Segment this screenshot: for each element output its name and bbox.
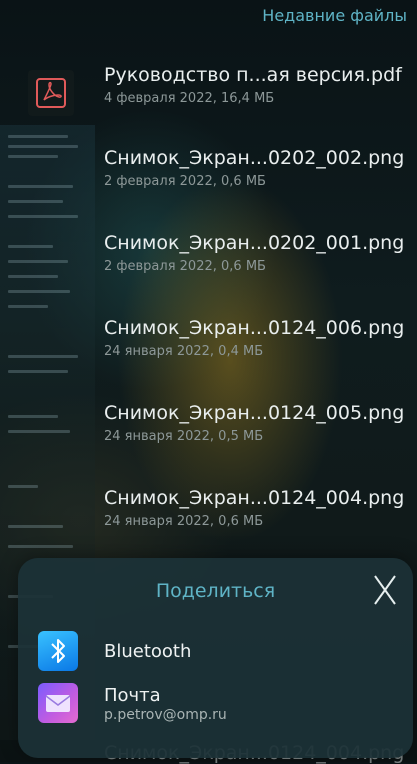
file-item[interactable]: Снимок_Экран...0202_002.png 2 февраля 20… xyxy=(104,146,409,189)
pdf-icon xyxy=(28,70,74,116)
file-meta: 24 января 2022, 0,5 МБ xyxy=(104,429,264,444)
file-name: Снимок_Экран...0202_001.png xyxy=(104,232,405,254)
file-meta: 2 февраля 2022, 0,6 МБ xyxy=(104,259,266,274)
file-name: Снимок_Экран...0124_006.png xyxy=(104,317,405,339)
file-item[interactable]: Снимок_Экран...0202_001.png 2 февраля 20… xyxy=(104,231,409,274)
share-item-label: Почта xyxy=(104,685,161,706)
file-meta: 24 января 2022, 0,4 МБ xyxy=(104,344,264,359)
share-item-label: Bluetooth xyxy=(104,641,192,662)
file-name: Руководство п...ая версия.pdf xyxy=(104,64,402,86)
close-icon xyxy=(374,575,396,605)
mail-icon xyxy=(38,683,78,723)
share-item-mail[interactable]: Почта p.petrov@omp.ru xyxy=(18,683,413,739)
file-meta: 2 февраля 2022, 0,6 МБ xyxy=(104,174,266,189)
file-item[interactable]: Руководство п...ая версия.pdf 4 февраля … xyxy=(104,63,409,106)
bluetooth-icon xyxy=(38,631,78,671)
file-meta: 24 января 2022, 0,6 МБ xyxy=(104,514,264,529)
file-name: Снимок_Экран...0124_005.png xyxy=(104,402,405,424)
file-item[interactable]: Снимок_Экран...0124_004.png 24 января 20… xyxy=(104,486,409,529)
share-sheet: Поделиться Bluetooth Почта p.petrov@omp.… xyxy=(18,558,413,758)
share-item-bluetooth[interactable]: Bluetooth xyxy=(18,631,413,687)
share-sheet-title: Поделиться xyxy=(155,580,276,602)
file-item[interactable]: Снимок_Экран...0124_006.png 24 января 20… xyxy=(104,316,409,359)
share-item-account: p.petrov@omp.ru xyxy=(104,707,227,723)
file-name: Снимок_Экран...0124_004.png xyxy=(104,487,405,509)
close-button[interactable] xyxy=(365,573,399,607)
file-name: Снимок_Экран...0202_002.png xyxy=(104,147,405,169)
recent-files-link[interactable]: Недавние файлы xyxy=(262,6,407,25)
file-item[interactable]: Снимок_Экран...0124_005.png 24 января 20… xyxy=(104,401,409,444)
file-meta: 4 февраля 2022, 16,4 МБ xyxy=(104,91,275,106)
